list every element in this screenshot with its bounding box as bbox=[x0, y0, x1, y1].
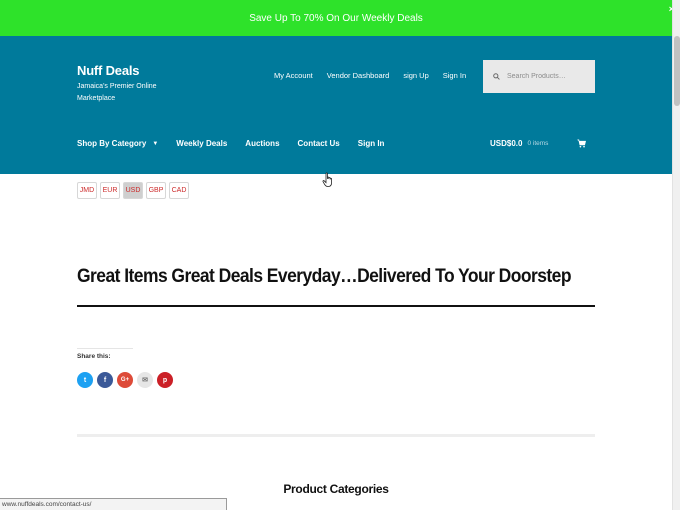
twitter-icon: t bbox=[83, 376, 87, 384]
scrollbar-thumb[interactable] bbox=[674, 36, 680, 106]
site-tagline: Jamaica's Premier Online Marketplace bbox=[77, 83, 157, 102]
share-divider bbox=[77, 348, 133, 349]
promo-text[interactable]: Save Up To 70% On Our Weekly Deals bbox=[249, 13, 423, 24]
email-share-button[interactable]: ✉ bbox=[137, 372, 153, 388]
twitter-share-button[interactable]: t bbox=[77, 372, 93, 388]
nav-sign-in[interactable]: Sign In bbox=[358, 139, 385, 148]
currency-cad[interactable]: CAD bbox=[169, 182, 189, 199]
product-categories-heading: Product Categories bbox=[283, 482, 389, 496]
search-input[interactable] bbox=[507, 73, 587, 80]
cart-summary[interactable]: USD$0.0 0 items bbox=[490, 139, 586, 148]
email-icon: ✉ bbox=[142, 377, 148, 384]
facebook-icon: f bbox=[103, 376, 107, 384]
currency-jmd[interactable]: JMD bbox=[77, 182, 97, 199]
search-box[interactable] bbox=[483, 60, 595, 93]
title-divider bbox=[77, 305, 595, 307]
currency-gbp[interactable]: GBP bbox=[146, 182, 166, 199]
google-plus-icon: G+ bbox=[120, 377, 130, 383]
currency-eur[interactable]: EUR bbox=[100, 182, 120, 199]
main-nav: Shop By Category ▼ Weekly Deals Auctions… bbox=[77, 139, 402, 148]
search-icon bbox=[493, 73, 500, 80]
pinterest-share-button[interactable]: p bbox=[157, 372, 173, 388]
nav-auctions[interactable]: Auctions bbox=[245, 139, 279, 148]
section-divider bbox=[77, 434, 595, 437]
promo-bar: Save Up To 70% On Our Weekly Deals bbox=[0, 0, 672, 36]
currency-usd[interactable]: USD bbox=[123, 182, 143, 199]
sign-up-link[interactable]: sign Up bbox=[403, 71, 428, 80]
facebook-share-button[interactable]: f bbox=[97, 372, 113, 388]
nav-shop-by-category[interactable]: Shop By Category ▼ bbox=[77, 139, 158, 148]
currency-switcher: JMD EUR USD GBP CAD bbox=[77, 182, 189, 199]
cart-item-count: 0 items bbox=[527, 140, 549, 147]
cart-icon[interactable] bbox=[577, 139, 586, 148]
cart-total: USD$0.0 bbox=[490, 139, 523, 148]
page-scrollbar[interactable] bbox=[672, 0, 680, 510]
browser-status-bar: www.nuffdeals.com/contact-us/ bbox=[0, 498, 227, 510]
top-links: My Account Vendor Dashboard sign Up Sign… bbox=[274, 71, 466, 80]
site-header: Nuff Deals Jamaica's Premier Online Mark… bbox=[0, 36, 672, 174]
share-label: Share this: bbox=[77, 353, 111, 360]
pinterest-icon: p bbox=[162, 376, 168, 384]
vendor-dashboard-link[interactable]: Vendor Dashboard bbox=[327, 71, 390, 80]
sign-in-top-link[interactable]: Sign In bbox=[443, 71, 466, 80]
nav-shop-by-category-label: Shop By Category bbox=[77, 139, 147, 148]
chevron-down-icon: ▼ bbox=[152, 140, 159, 147]
site-logo-title[interactable]: Nuff Deals bbox=[77, 63, 139, 78]
my-account-link[interactable]: My Account bbox=[274, 71, 313, 80]
google-plus-share-button[interactable]: G+ bbox=[117, 372, 133, 388]
nav-weekly-deals[interactable]: Weekly Deals bbox=[176, 139, 227, 148]
hand-cursor-icon bbox=[322, 172, 332, 187]
share-buttons: t f G+ ✉ p bbox=[77, 372, 173, 388]
page-title: Great Items Great Deals Everyday…Deliver… bbox=[77, 266, 572, 287]
nav-contact-us[interactable]: Contact Us bbox=[298, 139, 340, 148]
